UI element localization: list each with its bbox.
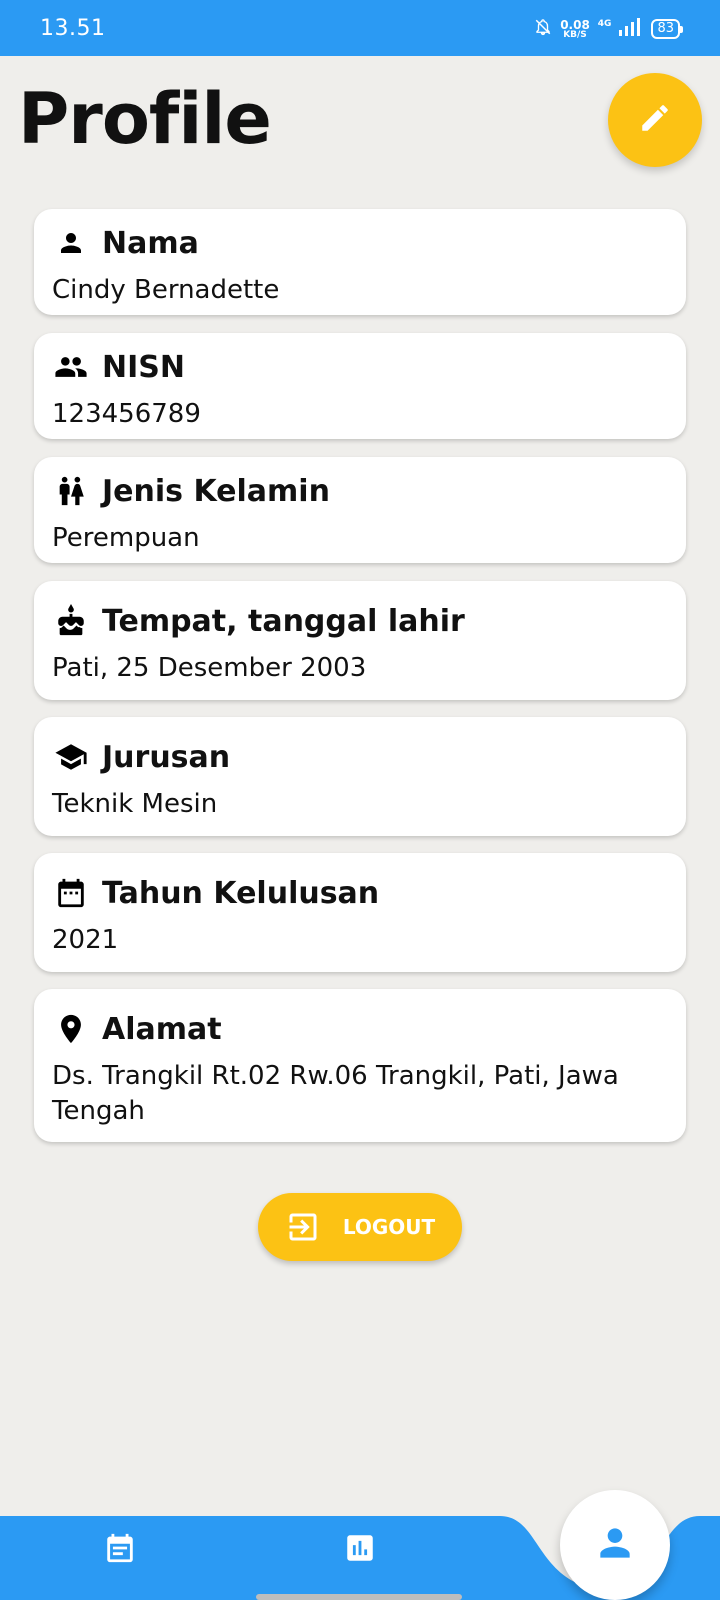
profile-card-nisn: NISN 123456789: [34, 333, 686, 439]
nav-schedule[interactable]: [96, 1526, 144, 1574]
nav-statistics[interactable]: [336, 1526, 384, 1574]
pencil-icon: [638, 101, 672, 139]
people-icon: [54, 350, 88, 384]
card-header: NISN: [54, 347, 185, 387]
card-header: Nama: [54, 223, 199, 263]
mute-icon: [534, 17, 552, 41]
card-header: Jurusan: [54, 737, 230, 777]
field-label: NISN: [102, 349, 185, 385]
profile-card-alamat: Alamat Ds. Trangkil Rt.02 Rw.06 Trangkil…: [34, 989, 686, 1142]
edit-profile-button[interactable]: [608, 73, 702, 167]
field-label: Jurusan: [102, 739, 231, 775]
profile-card-jurusan: Jurusan Teknik Mesin: [34, 717, 686, 836]
wc-icon: [54, 474, 88, 508]
schedule-icon: [103, 1530, 137, 1570]
card-header: Tempat, tanggal lahir: [54, 601, 465, 641]
signal-icon: [619, 18, 643, 40]
profile-card-jenis-kelamin: Jenis Kelamin Perempuan: [34, 457, 686, 563]
profile-card-tempat-tanggal-lahir: Tempat, tanggal lahir Pati, 25 Desember …: [34, 581, 686, 700]
field-value: Ds. Trangkil Rt.02 Rw.06 Trangkil, Pati,…: [52, 1061, 619, 1126]
logout-button[interactable]: LOGOUT: [258, 1193, 462, 1261]
field-value: 123456789: [52, 399, 201, 429]
card-header: Alamat: [54, 1009, 222, 1049]
person-icon: [54, 226, 88, 260]
net-speed: 0.08 KB/S: [560, 17, 590, 40]
chart-icon: [343, 1531, 377, 1569]
field-label: Jenis Kelamin: [102, 473, 330, 509]
field-value: Teknik Mesin: [52, 789, 218, 819]
page-title: Profile: [18, 78, 272, 160]
field-value: Pati, 25 Desember 2003: [52, 653, 367, 683]
field-value: 2021: [52, 925, 119, 955]
status-icons: 0.08 KB/S 4G 83: [534, 16, 683, 42]
status-time: 13.51: [40, 16, 106, 41]
calendar-icon: [54, 876, 88, 910]
profile-icon: [593, 1521, 637, 1569]
home-indicator[interactable]: [256, 1594, 462, 1600]
cake-icon: [54, 604, 88, 638]
exit-icon: [285, 1209, 321, 1245]
field-label: Nama: [102, 225, 199, 261]
field-label: Alamat: [102, 1011, 222, 1047]
field-value: Cindy Bernadette: [52, 275, 280, 305]
profile-card-nama: Nama Cindy Bernadette: [34, 209, 686, 315]
battery-indicator: 83: [651, 19, 683, 39]
nav-profile[interactable]: [560, 1490, 670, 1600]
field-label: Tempat, tanggal lahir: [102, 603, 465, 639]
status-bar: 13.51 0.08 KB/S 4G 83: [0, 0, 720, 56]
card-header: Tahun Kelulusan: [54, 873, 379, 913]
card-header: Jenis Kelamin: [54, 471, 330, 511]
location-pin-icon: [54, 1012, 88, 1046]
field-value: Perempuan: [52, 523, 200, 553]
logout-label: LOGOUT: [342, 1215, 436, 1239]
network-type: 4G: [597, 19, 612, 29]
field-label: Tahun Kelulusan: [102, 875, 380, 911]
school-icon: [54, 740, 88, 774]
profile-card-tahun-kelulusan: Tahun Kelulusan 2021: [34, 853, 686, 972]
